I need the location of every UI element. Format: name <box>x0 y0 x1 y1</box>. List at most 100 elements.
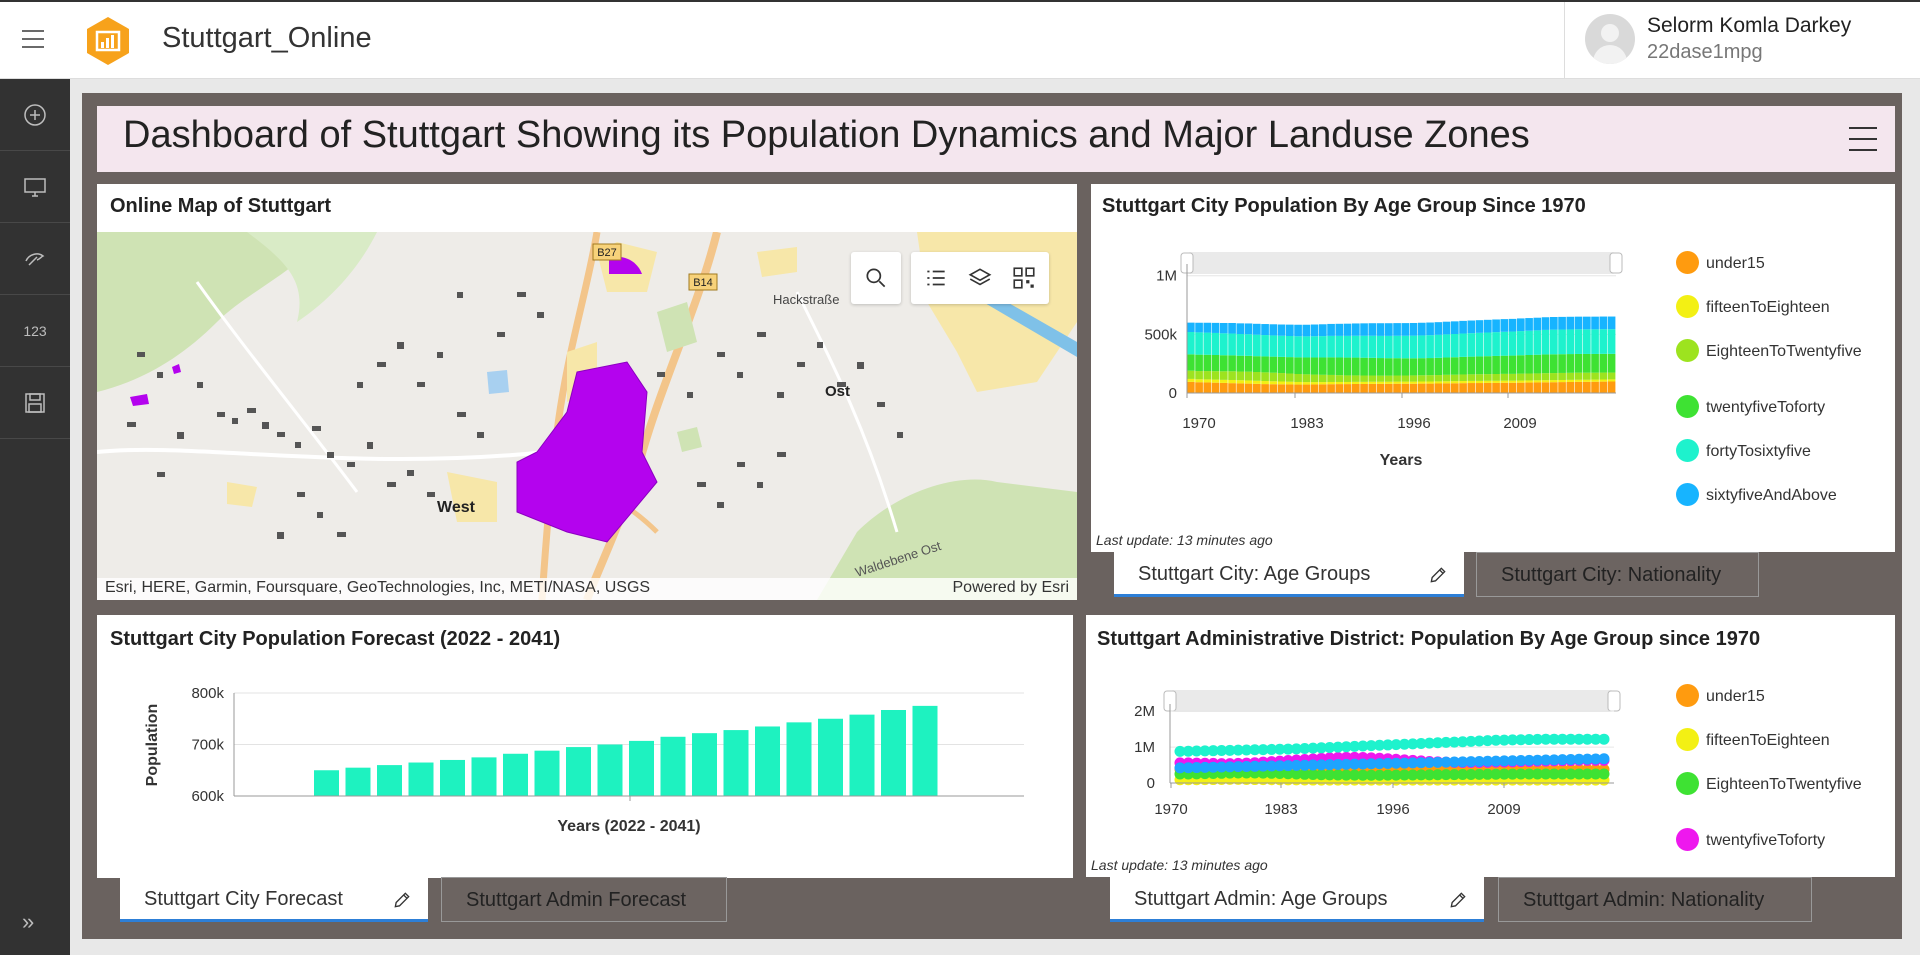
admin-panel-title: Stuttgart Administrative District: Popul… <box>1097 628 1761 650</box>
legend-label: fifteenToEighteen <box>1706 299 1830 316</box>
stacked-bar-segment <box>1533 382 1542 393</box>
forecast-bar <box>597 744 623 796</box>
header-menu-icon[interactable] <box>1849 127 1877 151</box>
avatar[interactable] <box>1585 14 1635 64</box>
stacked-bar-segment <box>1211 332 1220 356</box>
hamburger-menu-icon[interactable] <box>22 30 44 48</box>
stacked-bar-segment <box>1360 323 1368 336</box>
stacked-bar-segment <box>1319 336 1327 358</box>
forecast-chart[interactable]: 800k 700k 600k Population Years (2022 - 2041… <box>97 673 1073 873</box>
stacked-bar-segment <box>1607 353 1616 373</box>
stacked-bar-segment <box>1335 323 1344 336</box>
scatter-point <box>1598 733 1610 745</box>
qr-select-icon[interactable] <box>1011 265 1037 291</box>
stacked-bar-segment <box>1187 322 1195 333</box>
stacked-bar-segment <box>1401 375 1410 382</box>
stacked-bar-segment <box>1401 381 1410 384</box>
stacked-bar-segment <box>1220 371 1228 380</box>
edit-pencil-icon[interactable] <box>1448 890 1468 910</box>
stacked-bar-segment <box>1385 375 1393 382</box>
theme-brush-icon <box>25 252 45 266</box>
stacked-bar-segment <box>1286 357 1294 374</box>
stacked-bar-segment <box>1261 356 1269 373</box>
stacked-bar-segment <box>1269 372 1278 382</box>
stacked-bar-segment <box>1269 324 1278 336</box>
stacked-bar-segment <box>1352 335 1360 358</box>
view-button[interactable] <box>0 151 70 223</box>
stacked-bar-segment <box>1228 371 1236 380</box>
edit-pencil-icon[interactable] <box>1428 565 1448 585</box>
stacked-bar-segment <box>1426 383 1434 393</box>
y-tick-label: 0 <box>1147 775 1155 792</box>
stacked-bar-segment <box>1393 358 1401 376</box>
legend-swatch <box>1676 728 1699 751</box>
stacked-bar-segment <box>1368 357 1377 376</box>
stacked-bar-segment <box>1574 372 1583 380</box>
stacked-bar-segment <box>1409 358 1418 376</box>
age-group-chart[interactable]: 1M 500k 0 1970 1983 1996 2009 Years <box>1091 252 1651 542</box>
powered-by-esri-link[interactable]: Powered by Esri <box>953 579 1070 597</box>
stacked-bar-segment <box>1253 380 1261 384</box>
save-button[interactable] <box>0 367 70 439</box>
forecast-bar <box>314 770 339 796</box>
stacked-bar-segment <box>1368 381 1377 384</box>
map-label-b14: B14 <box>693 277 713 289</box>
legend-list-icon[interactable] <box>923 265 949 291</box>
stacked-bar-segment <box>1558 379 1566 383</box>
stacked-bar-segment <box>1475 374 1484 381</box>
tab-admin-forecast[interactable]: Stuttgart Admin Forecast <box>441 877 727 922</box>
stacked-bar-segment <box>1517 382 1525 393</box>
stacked-bar-segment <box>1335 381 1344 385</box>
stacked-bar-segment <box>1426 375 1434 382</box>
stacked-bar-segment <box>1484 382 1492 393</box>
stacked-bar-segment <box>1343 381 1352 385</box>
stacked-bar-segment <box>1574 329 1583 354</box>
expand-sidebar-icon[interactable]: » <box>22 909 34 935</box>
stacked-bar-segment <box>1269 384 1278 393</box>
top-bar: Stuttgart_Online Selorm Komla Darkey 22d… <box>0 0 1920 79</box>
stacked-bar-segment <box>1500 331 1509 356</box>
tab-city-age-groups[interactable]: Stuttgart City: Age Groups <box>1114 552 1464 597</box>
y-tick-label: 500k <box>1144 326 1177 343</box>
tab-admin-age-groups[interactable]: Stuttgart Admin: Age Groups <box>1110 877 1484 922</box>
tab-city-nationality[interactable]: Stuttgart City: Nationality <box>1476 552 1759 597</box>
stacked-bar-segment <box>1484 319 1492 333</box>
forecast-bar <box>345 767 371 796</box>
stacked-bar-segment <box>1566 316 1575 330</box>
stacked-bar-segment <box>1327 323 1335 336</box>
stacked-bar-segment <box>1459 320 1467 334</box>
stacked-bar-segment <box>1211 355 1220 372</box>
admin-age-chart[interactable]: 2M 1M 0 1970 1983 1996 2009 <box>1086 690 1646 850</box>
stacked-bar-segment <box>1508 373 1517 381</box>
theme-button[interactable] <box>0 223 70 295</box>
stacked-bar-segment <box>1244 383 1253 393</box>
forecast-bar <box>786 722 812 796</box>
forecast-bar <box>566 747 591 796</box>
forecast-bar <box>818 718 843 796</box>
stacked-bar-segment <box>1599 316 1608 330</box>
stacked-bar-segment <box>1385 383 1393 393</box>
stacked-bar-segment <box>1244 323 1253 335</box>
stacked-bar-segment <box>1607 329 1616 354</box>
legend-label: under15 <box>1706 688 1765 705</box>
stacked-bar-segment <box>1418 383 1426 393</box>
edit-pencil-icon[interactable] <box>392 890 412 910</box>
legend-swatch <box>1676 828 1699 851</box>
last-update-text: Last update: 13 minutes ago <box>1091 857 1268 873</box>
stacked-bar-segment <box>1327 357 1335 375</box>
stacked-bar-segment <box>1253 372 1261 381</box>
number-button[interactable]: 123 <box>0 295 70 367</box>
tab-admin-nationality[interactable]: Stuttgart Admin: Nationality <box>1498 877 1812 922</box>
user-menu[interactable]: Selorm Komla Darkey 22dase1mpg <box>1564 2 1920 79</box>
stacked-bar-segment <box>1310 382 1319 385</box>
map-view[interactable]: B27 B14 Hackstraße Ost West Waldebene Os… <box>97 232 1077 600</box>
layers-icon[interactable] <box>967 265 993 291</box>
stacked-bar-segment <box>1277 335 1286 357</box>
add-button[interactable] <box>0 79 70 151</box>
stacked-bar-segment <box>1484 374 1492 381</box>
tab-city-forecast[interactable]: Stuttgart City Forecast <box>120 877 428 922</box>
map-label-hackstrasse: Hackstraße <box>773 292 839 307</box>
stacked-bar-segment <box>1352 383 1360 393</box>
map-search-button[interactable] <box>851 252 901 304</box>
stacked-bar-segment <box>1244 380 1253 384</box>
